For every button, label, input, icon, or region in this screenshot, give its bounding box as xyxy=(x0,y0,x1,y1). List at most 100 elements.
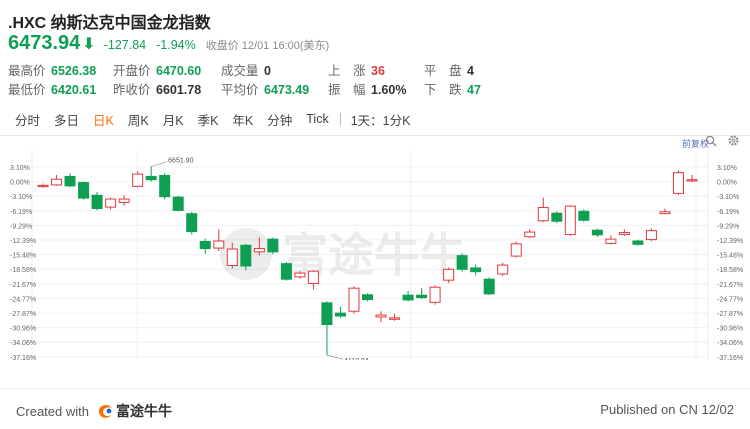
candle-body xyxy=(456,255,468,270)
y-tick-label-left: 0.00% xyxy=(10,180,30,187)
y-tick-label-right: -9.29% xyxy=(717,223,739,230)
tab-daily-k[interactable]: 日K xyxy=(86,110,121,129)
high-annotation: 6651.90 xyxy=(168,158,193,165)
y-tick-label-right: -3.10% xyxy=(717,194,739,201)
candle-body xyxy=(240,244,252,267)
y-tick-label-left: -12.39% xyxy=(10,238,36,245)
period-selector[interactable]: 1天：1分K xyxy=(345,110,417,129)
watermark: 富途牛牛 xyxy=(220,228,466,282)
candle-body xyxy=(213,240,225,249)
stat-volume: 成交量 0 xyxy=(221,64,271,78)
candle-body xyxy=(307,270,319,284)
y-tick-label-right: -34.06% xyxy=(717,340,743,347)
candle-body xyxy=(470,267,482,273)
stat-high: 最高价 6526.38 xyxy=(8,64,97,78)
price-row: 6473.94 ⬇ -127.84 -1.94% 收盘价 12/01 16:00… xyxy=(8,32,329,54)
close-status: 收盘价 12/01 16:00(美东) xyxy=(205,40,330,52)
candle-body xyxy=(605,238,617,244)
price-change: -127.84 xyxy=(103,38,147,52)
tab-minute[interactable]: 分钟 xyxy=(260,110,299,129)
candle-body xyxy=(159,174,171,198)
price-change-pct: -1.94% xyxy=(156,38,196,52)
candle-body xyxy=(524,231,536,238)
tab-multi-day[interactable]: 多日 xyxy=(47,110,86,129)
high-marker-line xyxy=(151,161,168,167)
stat-low: 最低价 6420.61 xyxy=(8,83,97,97)
y-tick-label-right: -21.67% xyxy=(717,282,743,289)
y-tick-label-right: -6.19% xyxy=(717,209,739,216)
footer-divider xyxy=(0,388,750,389)
candle-body xyxy=(348,287,360,312)
candle-body xyxy=(51,178,63,186)
y-tick-label-left: -27.87% xyxy=(10,311,36,318)
candle-body xyxy=(105,198,117,208)
y-tick-label-left: -34.06% xyxy=(10,340,36,347)
stat-average: 平均价 6473.49 xyxy=(221,83,310,97)
candle-body xyxy=(564,205,576,235)
candle-body xyxy=(483,278,495,295)
y-tick-label-left: -18.58% xyxy=(10,267,36,274)
candlestick-chart: 富途牛牛 3.10% 0.00% -3.10% -6.19% -9.29% -12.39%… xyxy=(10,150,743,360)
y-tick-label-left: -3.10% xyxy=(10,194,32,201)
header-divider xyxy=(0,135,750,136)
candle-body xyxy=(510,243,522,257)
stat-up-count: 上 涨 36 xyxy=(328,64,385,78)
y-tick-label-right: 3.10% xyxy=(717,165,737,172)
y-tick-label-right: 0.00% xyxy=(717,180,737,187)
candle-body xyxy=(186,213,198,233)
y-tick-label-right: -30.96% xyxy=(717,326,743,333)
y-tick-label-right: -12.39% xyxy=(717,238,743,245)
zoom-icon[interactable] xyxy=(705,135,717,147)
candle-body xyxy=(172,196,184,211)
candle-body xyxy=(199,240,211,250)
index-title: .HXC 纳斯达克中国金龙指数 xyxy=(8,15,211,32)
period-tabs: 分时 多日 日K 周K 月K 季K 年K 分钟 Tick 1天：1分K xyxy=(8,109,416,129)
created-with: Created with 富途牛牛 xyxy=(16,401,172,421)
tab-weekly-k[interactable]: 周K xyxy=(121,110,156,129)
candle-body xyxy=(226,248,238,267)
gear-icon[interactable] xyxy=(727,134,740,147)
stat-flat-count: 平 盘 4 xyxy=(424,64,474,78)
candle-body xyxy=(37,184,49,188)
y-tick-label-right: -37.16% xyxy=(717,355,743,360)
low-annotation: 4113.84 xyxy=(344,358,369,360)
candle-body xyxy=(632,240,644,245)
candle-body xyxy=(537,207,549,222)
tab-divider xyxy=(339,112,341,126)
candle-body xyxy=(253,248,265,253)
candle-body xyxy=(78,182,90,199)
candle-body xyxy=(334,312,346,317)
candle-body xyxy=(132,173,144,187)
tab-tick[interactable]: Tick xyxy=(299,112,335,126)
candle-body xyxy=(375,314,387,318)
y-tick-label-left: 3.10% xyxy=(10,165,30,172)
candle-body xyxy=(280,263,292,280)
quote-header: .HXC 纳斯达克中国金龙指数 6473.94 ⬇ -127.84 -1.94%… xyxy=(0,0,750,102)
tab-quarterly-k[interactable]: 季K xyxy=(191,110,226,129)
candle-body xyxy=(659,211,671,215)
y-tick-label-right: -18.58% xyxy=(717,267,743,274)
candle-body xyxy=(672,172,684,194)
tab-yearly-k[interactable]: 年K xyxy=(225,110,260,129)
futu-logo-text: 富途牛牛 xyxy=(115,403,172,419)
created-with-label: Created with xyxy=(16,403,89,419)
y-tick-label-left: -21.67% xyxy=(10,282,36,289)
y-tick-label-left: -15.48% xyxy=(10,253,36,260)
y-axis-right: 3.10% 0.00% -3.10% -6.19% -9.29% -12.39% -15.4… xyxy=(717,165,743,360)
y-tick-label-left: -37.16% xyxy=(10,355,36,360)
candle-body xyxy=(267,238,279,253)
candle-body xyxy=(402,294,414,301)
candle-body xyxy=(145,175,157,181)
candle-body xyxy=(429,286,441,303)
tab-timeshare[interactable]: 分时 xyxy=(8,110,47,129)
published-date: Published on CN 12/02 xyxy=(600,402,734,417)
y-tick-label-right: -27.87% xyxy=(717,311,743,318)
stat-open: 开盘价 6470.60 xyxy=(113,64,202,78)
candle-body xyxy=(591,229,603,236)
y-tick-label-left: -9.29% xyxy=(10,223,32,230)
candle-body xyxy=(497,264,509,275)
y-tick-label-left: -30.96% xyxy=(10,326,36,333)
candle-body xyxy=(91,194,103,209)
tab-monthly-k[interactable]: 月K xyxy=(156,110,191,129)
candle-body xyxy=(686,179,698,182)
